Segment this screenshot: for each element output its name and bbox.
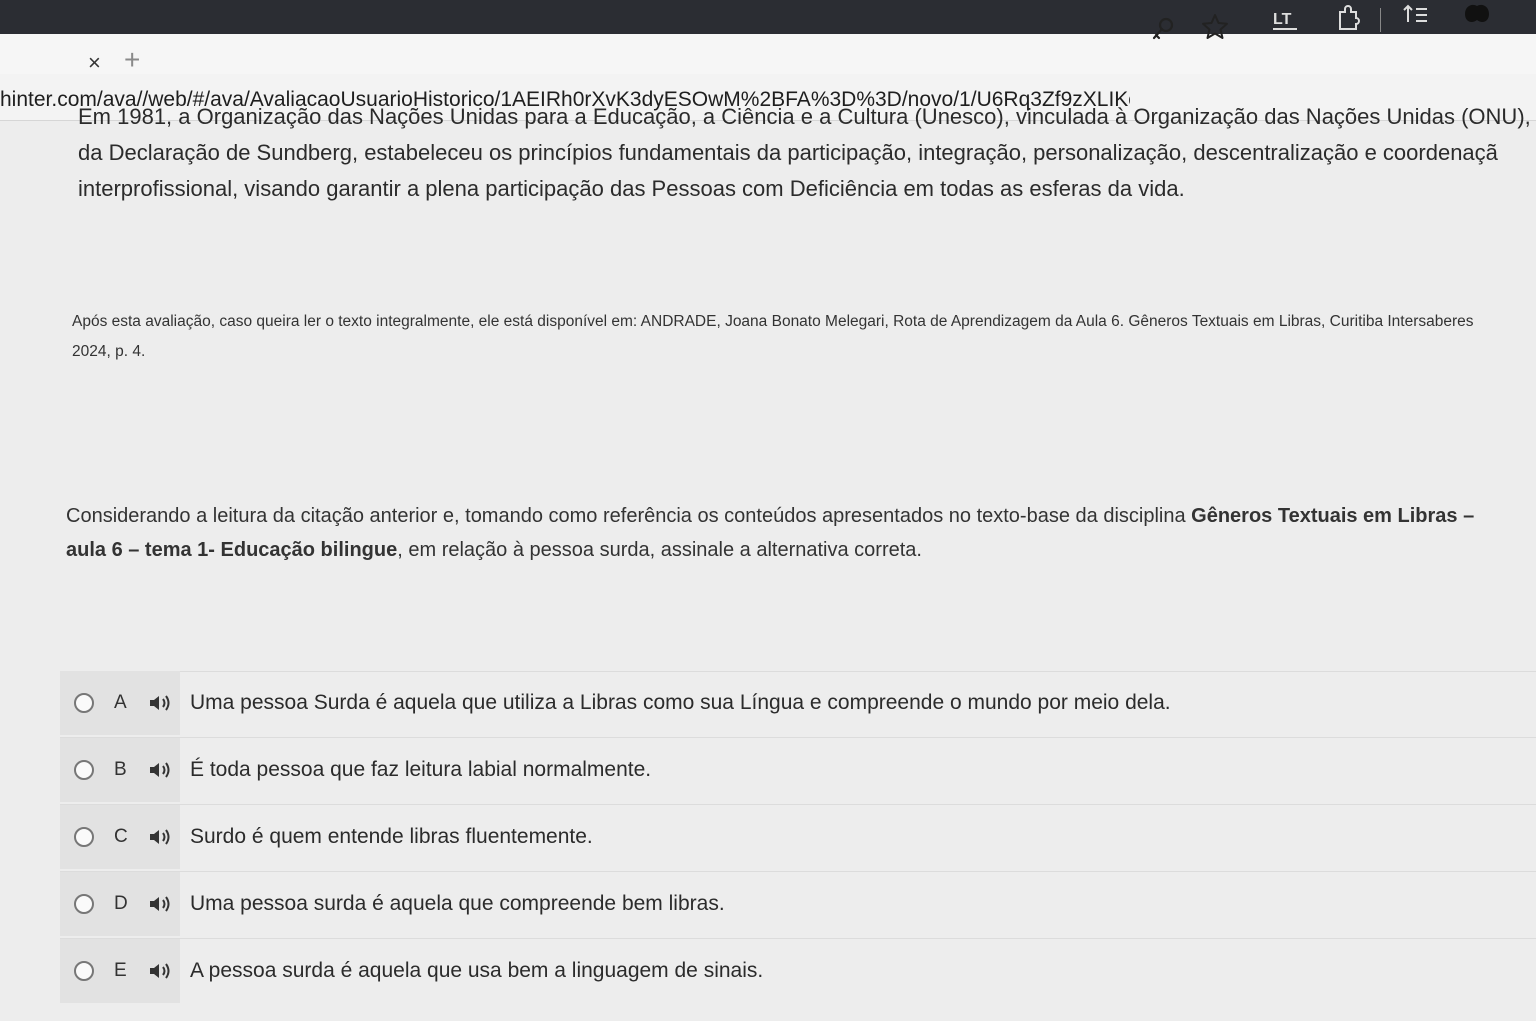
speaker-icon[interactable] (148, 760, 174, 780)
bookmark-star-icon[interactable] (1200, 12, 1230, 42)
reader-mode-icon[interactable]: LT (1270, 6, 1300, 36)
option-text: Surdo é quem entende libras fluentemente… (190, 825, 593, 848)
speaker-icon[interactable] (148, 693, 174, 713)
browser-tab[interactable] (0, 34, 1536, 74)
option-b[interactable]: B É toda pessoa que faz leitura labial n… (60, 738, 1536, 802)
answer-options: A Uma pessoa Surda é aquela que utiliza … (60, 671, 1536, 1011)
speaker-icon[interactable] (148, 894, 174, 914)
radio-button[interactable] (74, 693, 94, 713)
toolbar-separator (1380, 8, 1381, 32)
question-text: Considerando a leitura da citação anteri… (66, 505, 1192, 527)
reference-line: Após esta avaliação, caso queira ler o t… (72, 313, 1474, 330)
reference-note: Após esta avaliação, caso queira ler o t… (72, 307, 1532, 367)
question-bold-text: aula 6 – tema 1- Educação bilingue (66, 539, 398, 561)
passage-line: Em 1981, a Organização das Nações Unidas… (78, 104, 1536, 129)
option-d[interactable]: D Uma pessoa surda é aquela que compreen… (60, 872, 1536, 936)
assessment-page: Em 1981, a Organização das Nações Unidas… (0, 104, 1536, 1021)
option-letter: D (114, 893, 128, 914)
option-text: É toda pessoa que faz leitura labial nor… (190, 758, 652, 781)
option-letter: C (114, 826, 128, 847)
speaker-icon[interactable] (148, 961, 174, 981)
extensions-icon[interactable] (1332, 4, 1362, 34)
radio-button[interactable] (74, 894, 94, 914)
question-text: , em relação à pessoa surda, assinale a … (397, 539, 922, 561)
option-e[interactable]: E A pessoa surda é aquela que usa bem a … (60, 939, 1536, 1003)
tab-close-button[interactable]: × (88, 50, 101, 76)
radio-button[interactable] (74, 827, 94, 847)
option-text: Uma pessoa surda é aquela que compreende… (190, 892, 725, 915)
favorites-icon[interactable] (1400, 2, 1430, 32)
passage-line: interprofissional, visando garantir a pl… (78, 176, 1185, 201)
option-letter: B (114, 759, 127, 780)
question-prompt: Considerando a leitura da citação anteri… (66, 499, 1526, 567)
option-letter: A (114, 692, 127, 713)
option-text: Uma pessoa Surda é aquela que utiliza a … (190, 691, 1171, 714)
svg-text:LT: LT (1273, 11, 1292, 28)
option-a[interactable]: A Uma pessoa Surda é aquela que utiliza … (60, 671, 1536, 735)
copilot-icon[interactable] (1462, 0, 1492, 30)
passage-line: da Declaração de Sundberg, estabeleceu o… (78, 140, 1498, 165)
option-c[interactable]: C Surdo é quem entende libras fluentemen… (60, 805, 1536, 869)
speaker-icon[interactable] (148, 827, 174, 847)
radio-button[interactable] (74, 760, 94, 780)
radio-button[interactable] (74, 961, 94, 981)
question-bold-text: Gêneros Textuais em Libras – (1191, 505, 1475, 527)
new-tab-button[interactable]: + (124, 44, 140, 76)
citation-passage: Em 1981, a Organização das Nações Unidas… (78, 99, 1536, 207)
option-text: A pessoa surda é aquela que usa bem a li… (190, 959, 764, 982)
key-icon[interactable] (1148, 14, 1178, 44)
reference-line: 2024, p. 4. (72, 343, 146, 360)
option-letter: E (114, 960, 127, 981)
